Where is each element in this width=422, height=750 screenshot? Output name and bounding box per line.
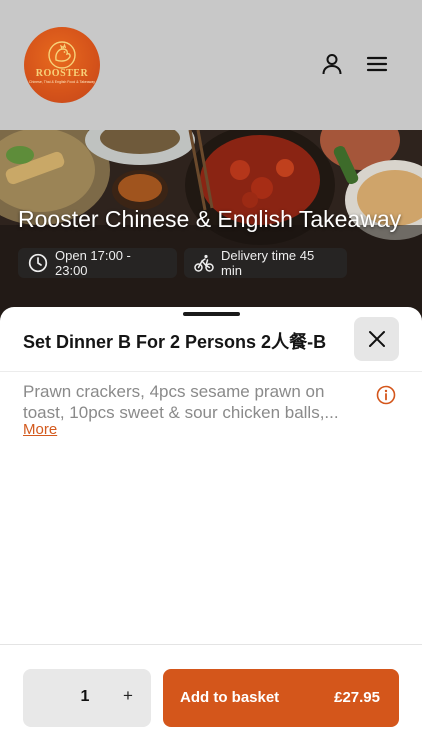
description-line: toast, 10pcs sweet & sour chicken balls,… [23,403,339,422]
description-line: Prawn crackers, 4pcs sesame prawn on [23,382,325,401]
add-to-basket-button[interactable]: Add to basket £27.95 [163,669,399,727]
info-icon[interactable] [376,385,396,405]
clock-icon [28,253,48,273]
sheet-grabber[interactable] [183,312,240,316]
rooster-icon [48,41,76,69]
footer-divider [0,644,422,645]
increase-quantity-button[interactable]: + [118,686,138,708]
more-link[interactable]: More [23,421,57,438]
delivery-time-chip: Delivery time 45 min [184,248,347,278]
close-button[interactable] [354,317,399,361]
opening-hours-text: Open 17:00 - 23:00 [55,248,131,278]
item-description: Prawn crackers, 4pcs sesame prawn on toa… [23,381,368,423]
logo-tagline: Chinese, Thai & English Food & Takeaway [28,80,96,84]
item-detail-sheet: Set Dinner B For 2 Persons 2人餐-B Prawn c… [0,307,422,750]
close-icon [368,331,385,347]
restaurant-name: Rooster Chinese & English Takeaway [18,206,402,232]
item-price: £27.95 [334,689,380,706]
logo-name: ROOSTER [35,68,89,79]
add-to-basket-label: Add to basket [180,689,280,706]
bicycle-icon [194,254,214,272]
restaurant-logo[interactable]: ROOSTER Chinese, Thai & English Food & T… [24,27,100,103]
app-header: ROOSTER Chinese, Thai & English Food & T… [0,0,422,130]
quantity-value: 1 [80,688,90,705]
item-title: Set Dinner B For 2 Persons 2人餐-B [23,332,327,352]
user-icon[interactable] [320,52,344,76]
quantity-stepper: 1 + [23,669,151,727]
menu-icon[interactable] [365,52,389,76]
hero-banner: Rooster Chinese & English Takeaway Open … [0,130,422,330]
opening-hours-chip: Open 17:00 - 23:00 [18,248,177,278]
sheet-divider [0,371,422,372]
delivery-time-text: Delivery time 45 min [221,248,315,278]
